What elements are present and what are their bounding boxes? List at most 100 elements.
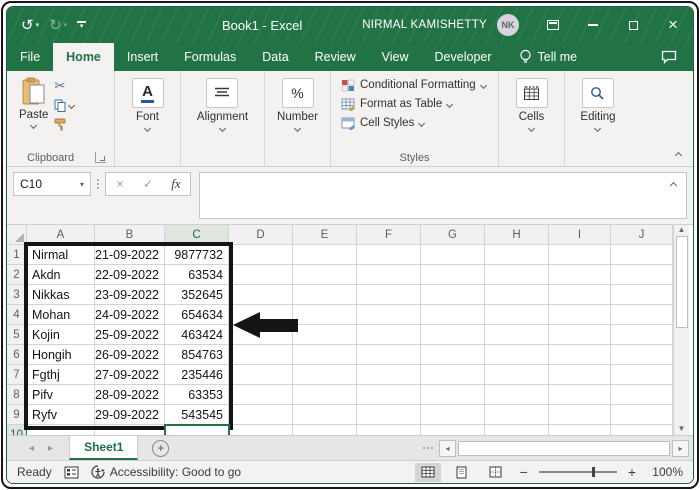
column-header-F[interactable]: F	[357, 225, 421, 245]
cell-I4[interactable]	[549, 305, 611, 325]
column-header-J[interactable]: J	[611, 225, 673, 245]
format-as-table-button[interactable]: Format as Table	[341, 96, 488, 112]
cell-D3[interactable]	[229, 285, 293, 305]
cell-J3[interactable]	[611, 285, 673, 305]
cell-J9[interactable]	[611, 405, 673, 425]
hscroll-resize-dots[interactable]	[417, 436, 439, 460]
cell-F1[interactable]	[357, 245, 421, 265]
cell-G7[interactable]	[421, 365, 485, 385]
cells-group[interactable]: Cells	[499, 71, 565, 166]
cell-J2[interactable]	[611, 265, 673, 285]
minimize-button[interactable]	[573, 7, 613, 43]
cell-H2[interactable]	[485, 265, 549, 285]
cell-F8[interactable]	[357, 385, 421, 405]
row-header-10[interactable]: 10	[7, 425, 27, 435]
cell-A2[interactable]: Akdn	[27, 265, 95, 285]
cell-F2[interactable]	[357, 265, 421, 285]
cell-B10[interactable]	[95, 425, 165, 435]
column-header-H[interactable]: H	[485, 225, 549, 245]
cell-H3[interactable]	[485, 285, 549, 305]
comments-button[interactable]	[645, 43, 693, 71]
cell-B2[interactable]: 22-09-2022	[95, 265, 165, 285]
cell-E5[interactable]	[293, 325, 357, 345]
cell-I2[interactable]	[549, 265, 611, 285]
tab-developer[interactable]: Developer	[422, 43, 505, 71]
cell-G5[interactable]	[421, 325, 485, 345]
tab-review[interactable]: Review	[302, 43, 369, 71]
cell-C2[interactable]: 63534	[165, 265, 229, 285]
cell-H10[interactable]	[485, 425, 549, 435]
cell-A3[interactable]: Nikkas	[27, 285, 95, 305]
copy-button[interactable]	[54, 98, 74, 112]
cell-F10[interactable]	[357, 425, 421, 435]
cell-A7[interactable]: Fgthj	[27, 365, 95, 385]
column-header-G[interactable]: G	[421, 225, 485, 245]
cell-B9[interactable]: 29-09-2022	[95, 405, 165, 425]
cell-C8[interactable]: 63353	[165, 385, 229, 405]
cell-H4[interactable]	[485, 305, 549, 325]
cell-A6[interactable]: Hongih	[27, 345, 95, 365]
cell-I3[interactable]	[549, 285, 611, 305]
column-header-C[interactable]: C	[165, 225, 229, 245]
cell-D2[interactable]	[229, 265, 293, 285]
cut-button[interactable]: ✂	[54, 79, 74, 93]
cell-styles-button[interactable]: Cell Styles	[341, 115, 488, 131]
collapse-formula-bar-icon[interactable]	[670, 182, 677, 189]
tab-file[interactable]: File	[7, 43, 53, 71]
cell-I8[interactable]	[549, 385, 611, 405]
horizontal-scroll-thumb[interactable]	[458, 441, 670, 456]
name-box-dropdown-icon[interactable]: ▾	[80, 180, 84, 189]
cell-F7[interactable]	[357, 365, 421, 385]
cell-E3[interactable]	[293, 285, 357, 305]
cell-C7[interactable]: 235446	[165, 365, 229, 385]
cell-G8[interactable]	[421, 385, 485, 405]
scroll-right-icon[interactable]: ▸	[672, 440, 689, 457]
row-header-7[interactable]: 7	[7, 365, 27, 385]
column-header-I[interactable]: I	[549, 225, 611, 245]
cell-G4[interactable]	[421, 305, 485, 325]
cell-B5[interactable]: 25-09-2022	[95, 325, 165, 345]
cell-H8[interactable]	[485, 385, 549, 405]
insert-function-button[interactable]: fx	[162, 176, 190, 192]
row-header-2[interactable]: 2	[7, 265, 27, 285]
undo-button[interactable]: ↺▾	[21, 18, 39, 33]
cell-A9[interactable]: Ryfv	[27, 405, 95, 425]
active-cell-C10[interactable]	[164, 424, 230, 435]
cell-I6[interactable]	[549, 345, 611, 365]
editing-group[interactable]: Editing	[565, 71, 631, 166]
cell-F6[interactable]	[357, 345, 421, 365]
cell-I9[interactable]	[549, 405, 611, 425]
cell-A4[interactable]: Mohan	[27, 305, 95, 325]
cell-B8[interactable]: 28-09-2022	[95, 385, 165, 405]
cell-H6[interactable]	[485, 345, 549, 365]
cell-B4[interactable]: 24-09-2022	[95, 305, 165, 325]
maximize-button[interactable]	[613, 7, 653, 43]
collapse-ribbon-icon[interactable]	[675, 152, 682, 159]
cell-F9[interactable]	[357, 405, 421, 425]
tab-home[interactable]: Home	[53, 43, 114, 71]
vertical-scroll-thumb[interactable]	[676, 236, 688, 328]
cancel-button[interactable]: ×	[106, 177, 134, 191]
cell-C4[interactable]: 654634	[165, 305, 229, 325]
cell-G3[interactable]	[421, 285, 485, 305]
cell-J6[interactable]	[611, 345, 673, 365]
cell-I7[interactable]	[549, 365, 611, 385]
cell-B1[interactable]: 21-09-2022	[95, 245, 165, 265]
cell-J7[interactable]	[611, 365, 673, 385]
tab-insert[interactable]: Insert	[114, 43, 171, 71]
cell-D1[interactable]	[229, 245, 293, 265]
cell-C3[interactable]: 352645	[165, 285, 229, 305]
tab-view[interactable]: View	[369, 43, 422, 71]
cell-D10[interactable]	[229, 425, 293, 435]
user-name[interactable]: NIRMAL KAMISHETTY	[362, 19, 487, 31]
cell-B7[interactable]: 27-09-2022	[95, 365, 165, 385]
format-painter-button[interactable]	[54, 117, 74, 131]
horizontal-scrollbar[interactable]: ◂ ▸	[439, 436, 689, 460]
name-box[interactable]: C10 ▾	[13, 172, 91, 196]
cell-H9[interactable]	[485, 405, 549, 425]
cell-A8[interactable]: Pifv	[27, 385, 95, 405]
new-sheet-button[interactable]: +	[152, 440, 169, 457]
cell-J1[interactable]	[611, 245, 673, 265]
close-button[interactable]: ×	[653, 7, 693, 43]
font-group[interactable]: A Font	[115, 71, 181, 166]
